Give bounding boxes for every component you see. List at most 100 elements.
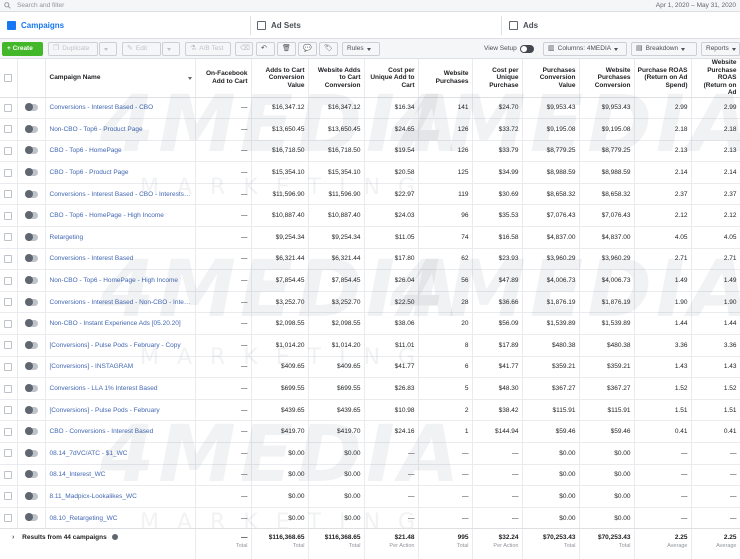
campaign-toggle-switch[interactable] bbox=[24, 254, 38, 263]
campaign-name-link[interactable]: Non-CBO - Top6 - Product Page bbox=[45, 118, 196, 141]
row-checkbox[interactable] bbox=[4, 341, 13, 350]
column-header[interactable]: Purchases Conversion Value bbox=[522, 59, 580, 98]
table-row[interactable]: Conversions - LLA 1% Interest Based — $699… bbox=[0, 377, 740, 400]
campaign-toggle-switch[interactable] bbox=[24, 167, 38, 176]
create-button[interactable]: + Create bbox=[2, 42, 43, 56]
column-header[interactable]: Website Adds to Cart Conversion bbox=[308, 59, 365, 98]
column-header[interactable]: Website Purchases Conversion bbox=[579, 59, 635, 98]
campaign-name-link[interactable]: 8.11_Madpicx-Lookalikes_WC bbox=[45, 485, 196, 508]
table-row[interactable]: CBO - Conversions - Interest Based — $419.… bbox=[0, 420, 740, 443]
row-checkbox[interactable] bbox=[4, 514, 13, 523]
tab-ad-sets[interactable]: Ad Sets bbox=[257, 12, 301, 39]
table-row[interactable]: CBO - Top6 - Product Page — $15,354.10 $15,… bbox=[0, 161, 740, 184]
table-row[interactable]: 08.10_Retargeting_WC — $0.00 $0.00— — — $0.00 $… bbox=[0, 507, 740, 530]
campaign-toggle-switch[interactable] bbox=[24, 103, 38, 112]
row-checkbox[interactable] bbox=[4, 254, 13, 263]
search-bar[interactable]: Search and filter Apr 1, 2020 – May 31, … bbox=[0, 0, 740, 12]
date-range-picker[interactable]: Apr 1, 2020 – May 31, 2020 bbox=[656, 1, 736, 11]
table-row[interactable]: [Conversions] - Pulse Pods - February - … bbox=[0, 334, 740, 357]
campaign-toggle-switch[interactable] bbox=[24, 189, 38, 198]
table-row[interactable]: Conversions - Interest Based - CBO - Int… bbox=[0, 183, 740, 206]
campaign-name-link[interactable]: [Conversions] - Pulse Pods - February bbox=[45, 399, 196, 422]
table-row[interactable]: CBO - Top6 - HomePage - High Income — $10,… bbox=[0, 204, 740, 228]
campaign-toggle-switch[interactable] bbox=[24, 491, 38, 500]
table-row[interactable]: Conversions - Interest Based — $6,321.44 $6… bbox=[0, 248, 740, 271]
campaign-toggle-switch[interactable] bbox=[24, 427, 38, 436]
tab-ads[interactable]: Ads bbox=[509, 12, 538, 39]
row-checkbox[interactable] bbox=[4, 276, 13, 285]
campaign-name-link[interactable]: Retargeting bbox=[45, 226, 196, 249]
sort-icon[interactable] bbox=[187, 77, 192, 80]
campaign-toggle-switch[interactable] bbox=[24, 275, 38, 284]
campaign-name-link[interactable]: [Conversions] - INSTAGRAM bbox=[45, 356, 196, 379]
row-checkbox[interactable] bbox=[4, 125, 13, 134]
campaign-name-link[interactable]: Conversions - Interest Based - CBO bbox=[45, 97, 196, 120]
table-row[interactable]: [Conversions] - Pulse Pods - February — $4… bbox=[0, 399, 740, 422]
table-row[interactable]: CBO - Top6 - HomePage — $16,718.50 $16,718.… bbox=[0, 140, 740, 163]
column-header-campaign-name[interactable]: Campaign Name bbox=[45, 59, 196, 98]
archive-button[interactable]: 🗑 bbox=[277, 42, 296, 56]
edit-button[interactable]: ✎ Edit bbox=[122, 42, 161, 56]
tab-campaigns[interactable]: Campaigns bbox=[7, 12, 64, 39]
reports-dropdown[interactable]: Reports bbox=[701, 42, 740, 56]
view-setup-toggle[interactable]: View Setup bbox=[484, 42, 534, 56]
undo-button[interactable]: ↶ bbox=[256, 42, 275, 56]
campaign-name-link[interactable]: Conversions - LLA 1% Interest Based bbox=[45, 377, 196, 400]
table-row[interactable]: Non-CBO - Top6 - Product Page — $13,650.45… bbox=[0, 118, 740, 141]
campaign-toggle-switch[interactable] bbox=[24, 362, 38, 371]
row-checkbox[interactable] bbox=[4, 168, 13, 177]
row-checkbox[interactable] bbox=[4, 406, 13, 415]
row-checkbox[interactable] bbox=[4, 449, 13, 458]
campaign-toggle-switch[interactable] bbox=[24, 319, 38, 328]
campaign-toggle-switch[interactable] bbox=[24, 340, 38, 349]
info-icon[interactable] bbox=[111, 534, 118, 541]
table-row[interactable]: 08.14_7dVC/ATC - $1_WC — $0.00 $0.00— — — $0.0… bbox=[0, 442, 740, 465]
campaign-name-link[interactable]: Conversions - Interest Based - CBO - Int… bbox=[45, 183, 196, 206]
campaign-toggle-switch[interactable] bbox=[24, 383, 38, 392]
column-header[interactable]: Cost per Unique Add to Cart bbox=[364, 59, 419, 98]
table-row[interactable]: Non-CBO - Instant Experience Ads [05.20.… bbox=[0, 312, 740, 336]
table-row[interactable]: Conversions - Interest Based - CBO — $16,3… bbox=[0, 97, 740, 120]
row-checkbox[interactable] bbox=[4, 298, 13, 307]
campaign-name-link[interactable]: CBO - Top6 - HomePage bbox=[45, 140, 196, 163]
row-checkbox[interactable] bbox=[4, 233, 13, 242]
table-row[interactable]: Retargeting — $9,254.34 $9,254.34 $11.05 74 $1… bbox=[0, 226, 740, 249]
column-header[interactable]: Website Purchases bbox=[418, 59, 473, 98]
campaign-toggle-switch[interactable] bbox=[24, 297, 38, 306]
row-checkbox[interactable] bbox=[4, 427, 13, 436]
campaign-name-link[interactable]: Conversions - Interest Based bbox=[45, 248, 196, 271]
campaign-toggle-switch[interactable] bbox=[24, 211, 38, 220]
ab-test-button[interactable]: ⚗ A/B Test bbox=[185, 42, 231, 56]
row-checkbox[interactable] bbox=[4, 103, 13, 112]
chevron-right-icon[interactable]: › bbox=[12, 534, 14, 541]
select-all-checkbox[interactable] bbox=[4, 73, 13, 82]
row-checkbox[interactable] bbox=[4, 146, 13, 155]
column-header[interactable]: Adds to Cart Conversion Value bbox=[251, 59, 309, 98]
preview-button[interactable]: 💬 bbox=[298, 42, 317, 56]
column-header[interactable]: On-Facebook Add to Cart bbox=[195, 59, 252, 98]
column-header[interactable]: Website Purchase ROAS (Return on Ad bbox=[691, 59, 740, 98]
campaign-toggle-switch[interactable] bbox=[24, 232, 38, 241]
table-row[interactable]: Conversions - Interest Based - Non-CBO -… bbox=[0, 291, 740, 314]
row-checkbox[interactable] bbox=[4, 492, 13, 501]
table-row[interactable]: Non-CBO - Top6 - HomePage - High Income —… bbox=[0, 269, 740, 292]
column-header[interactable]: Cost per Unique Purchase bbox=[472, 59, 523, 98]
toggle-switch-icon[interactable] bbox=[519, 45, 534, 53]
search-input[interactable]: Search and filter bbox=[17, 1, 64, 11]
campaign-name-link[interactable]: 08.14_Interest_WC bbox=[45, 464, 196, 487]
tag-button[interactable]: 🏷 bbox=[319, 42, 338, 56]
duplicate-dropdown[interactable] bbox=[99, 42, 117, 56]
column-header[interactable]: Purchase ROAS (Return on Ad Spend) bbox=[634, 59, 692, 98]
edit-dropdown[interactable] bbox=[162, 42, 180, 56]
campaign-name-link[interactable]: 08.14_7dVC/ATC - $1_WC bbox=[45, 442, 196, 465]
campaign-toggle-switch[interactable] bbox=[24, 513, 38, 522]
campaign-toggle-switch[interactable] bbox=[24, 470, 38, 479]
campaign-name-link[interactable]: CBO - Conversions - Interest Based bbox=[45, 420, 196, 443]
campaign-name-link[interactable]: CBO - Top6 - HomePage - High Income bbox=[45, 204, 196, 228]
duplicate-button[interactable]: ❐ Duplicate bbox=[48, 42, 98, 56]
campaign-toggle-switch[interactable] bbox=[24, 146, 38, 155]
row-checkbox[interactable] bbox=[4, 211, 13, 220]
campaign-name-link[interactable]: Conversions - Interest Based - Non-CBO -… bbox=[45, 291, 196, 314]
row-checkbox[interactable] bbox=[4, 384, 13, 393]
columns-dropdown[interactable]: ▥ Columns: 4MEDIA bbox=[543, 42, 627, 56]
